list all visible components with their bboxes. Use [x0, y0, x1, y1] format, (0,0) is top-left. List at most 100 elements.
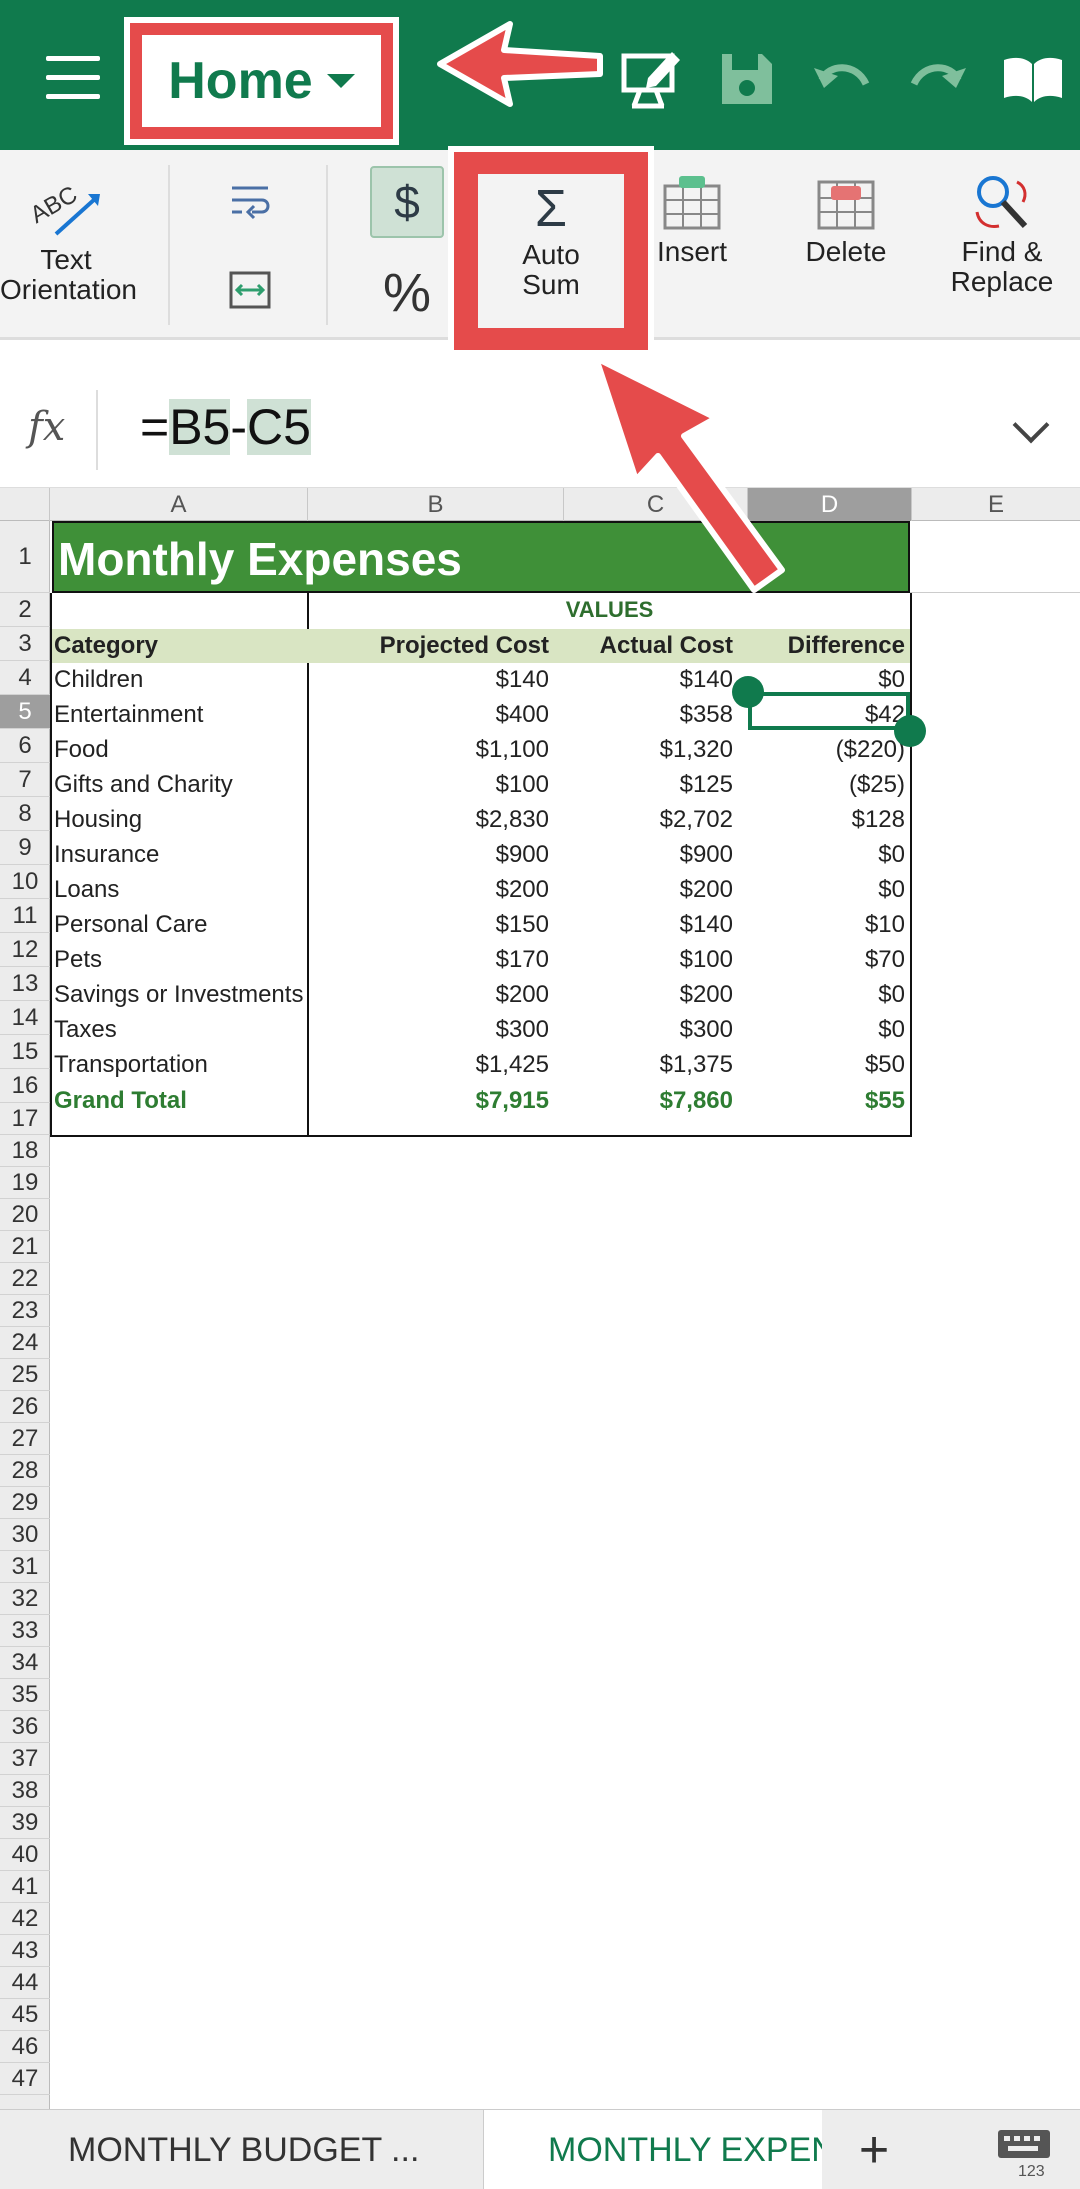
cell-b-row-12[interactable]: $170	[309, 943, 549, 977]
cell-d-row-11[interactable]: $10	[733, 908, 905, 942]
cell-d-row-10[interactable]: $0	[733, 873, 905, 907]
row-header-34[interactable]: 34	[0, 1647, 50, 1679]
cell-cat-row-6[interactable]: Food	[54, 733, 109, 767]
selected-cell-d5[interactable]	[748, 692, 910, 730]
cell-b-row-11[interactable]: $150	[309, 908, 549, 942]
cell-b-row-13[interactable]: $200	[309, 978, 549, 1012]
grand-total-projected[interactable]: $7,915	[309, 1084, 549, 1118]
row-header-5[interactable]: 5	[0, 695, 50, 729]
row-header-11[interactable]: 11	[0, 899, 50, 933]
present-edit-icon[interactable]	[620, 46, 690, 112]
insert-button[interactable]: Insert	[642, 172, 742, 267]
row-header-14[interactable]: 14	[0, 1001, 50, 1035]
cell-d-row-6[interactable]: ($220)	[733, 733, 905, 767]
row-header-37[interactable]: 37	[0, 1743, 50, 1775]
cell-c-row-15[interactable]: $1,375	[549, 1048, 733, 1082]
row-header-45[interactable]: 45	[0, 1999, 50, 2031]
row-header-1[interactable]: 1	[0, 521, 50, 593]
selection-handle-end[interactable]	[894, 715, 926, 747]
home-tab-dropdown[interactable]: Home	[142, 35, 381, 127]
row-header-2[interactable]: 2	[0, 593, 50, 627]
cell-c-row-11[interactable]: $140	[549, 908, 733, 942]
delete-button[interactable]: Delete	[796, 172, 896, 267]
cell-cat-row-15[interactable]: Transportation	[54, 1048, 208, 1082]
row-header-13[interactable]: 13	[0, 967, 50, 1001]
cell-c-row-5[interactable]: $358	[549, 698, 733, 732]
header-category[interactable]: Category	[54, 629, 158, 663]
row-header-40[interactable]: 40	[0, 1839, 50, 1871]
row-header-43[interactable]: 43	[0, 1935, 50, 1967]
row-header-41[interactable]: 41	[0, 1871, 50, 1903]
row-header-22[interactable]: 22	[0, 1263, 50, 1295]
keyboard-icon[interactable]: 123	[996, 2128, 1052, 2178]
row-header-24[interactable]: 24	[0, 1327, 50, 1359]
cell-b-row-6[interactable]: $1,100	[309, 733, 549, 767]
find-replace-button[interactable]: Find & Replace	[944, 172, 1060, 297]
currency-format-button[interactable]: $	[370, 166, 444, 238]
cell-cat-row-5[interactable]: Entertainment	[54, 698, 203, 732]
select-all-corner[interactable]	[0, 488, 50, 521]
percent-format-button[interactable]: %	[376, 258, 438, 328]
header-actual[interactable]: Actual Cost	[549, 629, 733, 663]
row-header-8[interactable]: 8	[0, 797, 50, 831]
cell-cat-row-8[interactable]: Housing	[54, 803, 142, 837]
cell-c-row-14[interactable]: $300	[549, 1013, 733, 1047]
chevron-down-icon[interactable]	[1012, 406, 1050, 444]
row-header-36[interactable]: 36	[0, 1711, 50, 1743]
cell-d-row-7[interactable]: ($25)	[733, 768, 905, 802]
cell-c-row-8[interactable]: $2,702	[549, 803, 733, 837]
read-mode-icon[interactable]	[998, 46, 1068, 112]
row-header-47[interactable]: 47	[0, 2063, 50, 2095]
menu-icon[interactable]	[46, 56, 100, 100]
cell-d-row-12[interactable]: $70	[733, 943, 905, 977]
grand-total-label[interactable]: Grand Total	[54, 1084, 187, 1118]
cell-cat-row-12[interactable]: Pets	[54, 943, 102, 977]
cell-cat-row-4[interactable]: Children	[54, 663, 143, 697]
formula-input[interactable]: =B5-C5	[140, 398, 311, 456]
cell-d-row-9[interactable]: $0	[733, 838, 905, 872]
column-header-b[interactable]: B	[308, 488, 564, 521]
header-projected[interactable]: Projected Cost	[309, 629, 549, 663]
row-header-4[interactable]: 4	[0, 661, 50, 695]
cell-c-row-13[interactable]: $200	[549, 978, 733, 1012]
row-header-3[interactable]: 3	[0, 627, 50, 661]
row-header-19[interactable]: 19	[0, 1167, 50, 1199]
row-header-42[interactable]: 42	[0, 1903, 50, 1935]
row-header-33[interactable]: 33	[0, 1615, 50, 1647]
cell-d-row-14[interactable]: $0	[733, 1013, 905, 1047]
column-header-e[interactable]: E	[912, 488, 1080, 521]
cell-d-row-13[interactable]: $0	[733, 978, 905, 1012]
column-header-a[interactable]: A	[50, 488, 308, 521]
row-header-31[interactable]: 31	[0, 1551, 50, 1583]
cell-b-row-8[interactable]: $2,830	[309, 803, 549, 837]
row-header-38[interactable]: 38	[0, 1775, 50, 1807]
save-icon[interactable]	[712, 46, 782, 112]
row-header-26[interactable]: 26	[0, 1391, 50, 1423]
redo-icon[interactable]	[902, 46, 972, 112]
sheet-tab-monthly-budget[interactable]: MONTHLY BUDGET ...	[0, 2110, 484, 2189]
row-header-46[interactable]: 46	[0, 2031, 50, 2063]
cell-c-row-12[interactable]: $100	[549, 943, 733, 977]
cell-cat-row-10[interactable]: Loans	[54, 873, 119, 907]
cell-c-row-6[interactable]: $1,320	[549, 733, 733, 767]
cell-c-row-4[interactable]: $140	[549, 663, 733, 697]
wrap-text-icon[interactable]	[228, 180, 272, 224]
row-header-20[interactable]: 20	[0, 1199, 50, 1231]
grand-total-actual[interactable]: $7,860	[549, 1084, 733, 1118]
row-header-35[interactable]: 35	[0, 1679, 50, 1711]
cell-c-row-7[interactable]: $125	[549, 768, 733, 802]
function-icon[interactable]: fx	[28, 404, 65, 450]
row-header-7[interactable]: 7	[0, 763, 50, 797]
cell-d-row-8[interactable]: $128	[733, 803, 905, 837]
undo-icon[interactable]	[808, 46, 878, 112]
cell-b-row-10[interactable]: $200	[309, 873, 549, 907]
cell-cat-row-11[interactable]: Personal Care	[54, 908, 207, 942]
row-header-16[interactable]: 16	[0, 1069, 50, 1103]
add-sheet-button[interactable]: +	[852, 2110, 896, 2189]
cell-c-row-9[interactable]: $900	[549, 838, 733, 872]
spreadsheet-grid[interactable]: Monthly Expenses VALUES Category Project…	[50, 521, 1080, 2109]
row-header-10[interactable]: 10	[0, 865, 50, 899]
autosum-button[interactable]: Σ Auto Sum	[478, 174, 624, 328]
header-difference[interactable]: Difference	[733, 629, 905, 663]
cell-cat-row-7[interactable]: Gifts and Charity	[54, 768, 233, 802]
